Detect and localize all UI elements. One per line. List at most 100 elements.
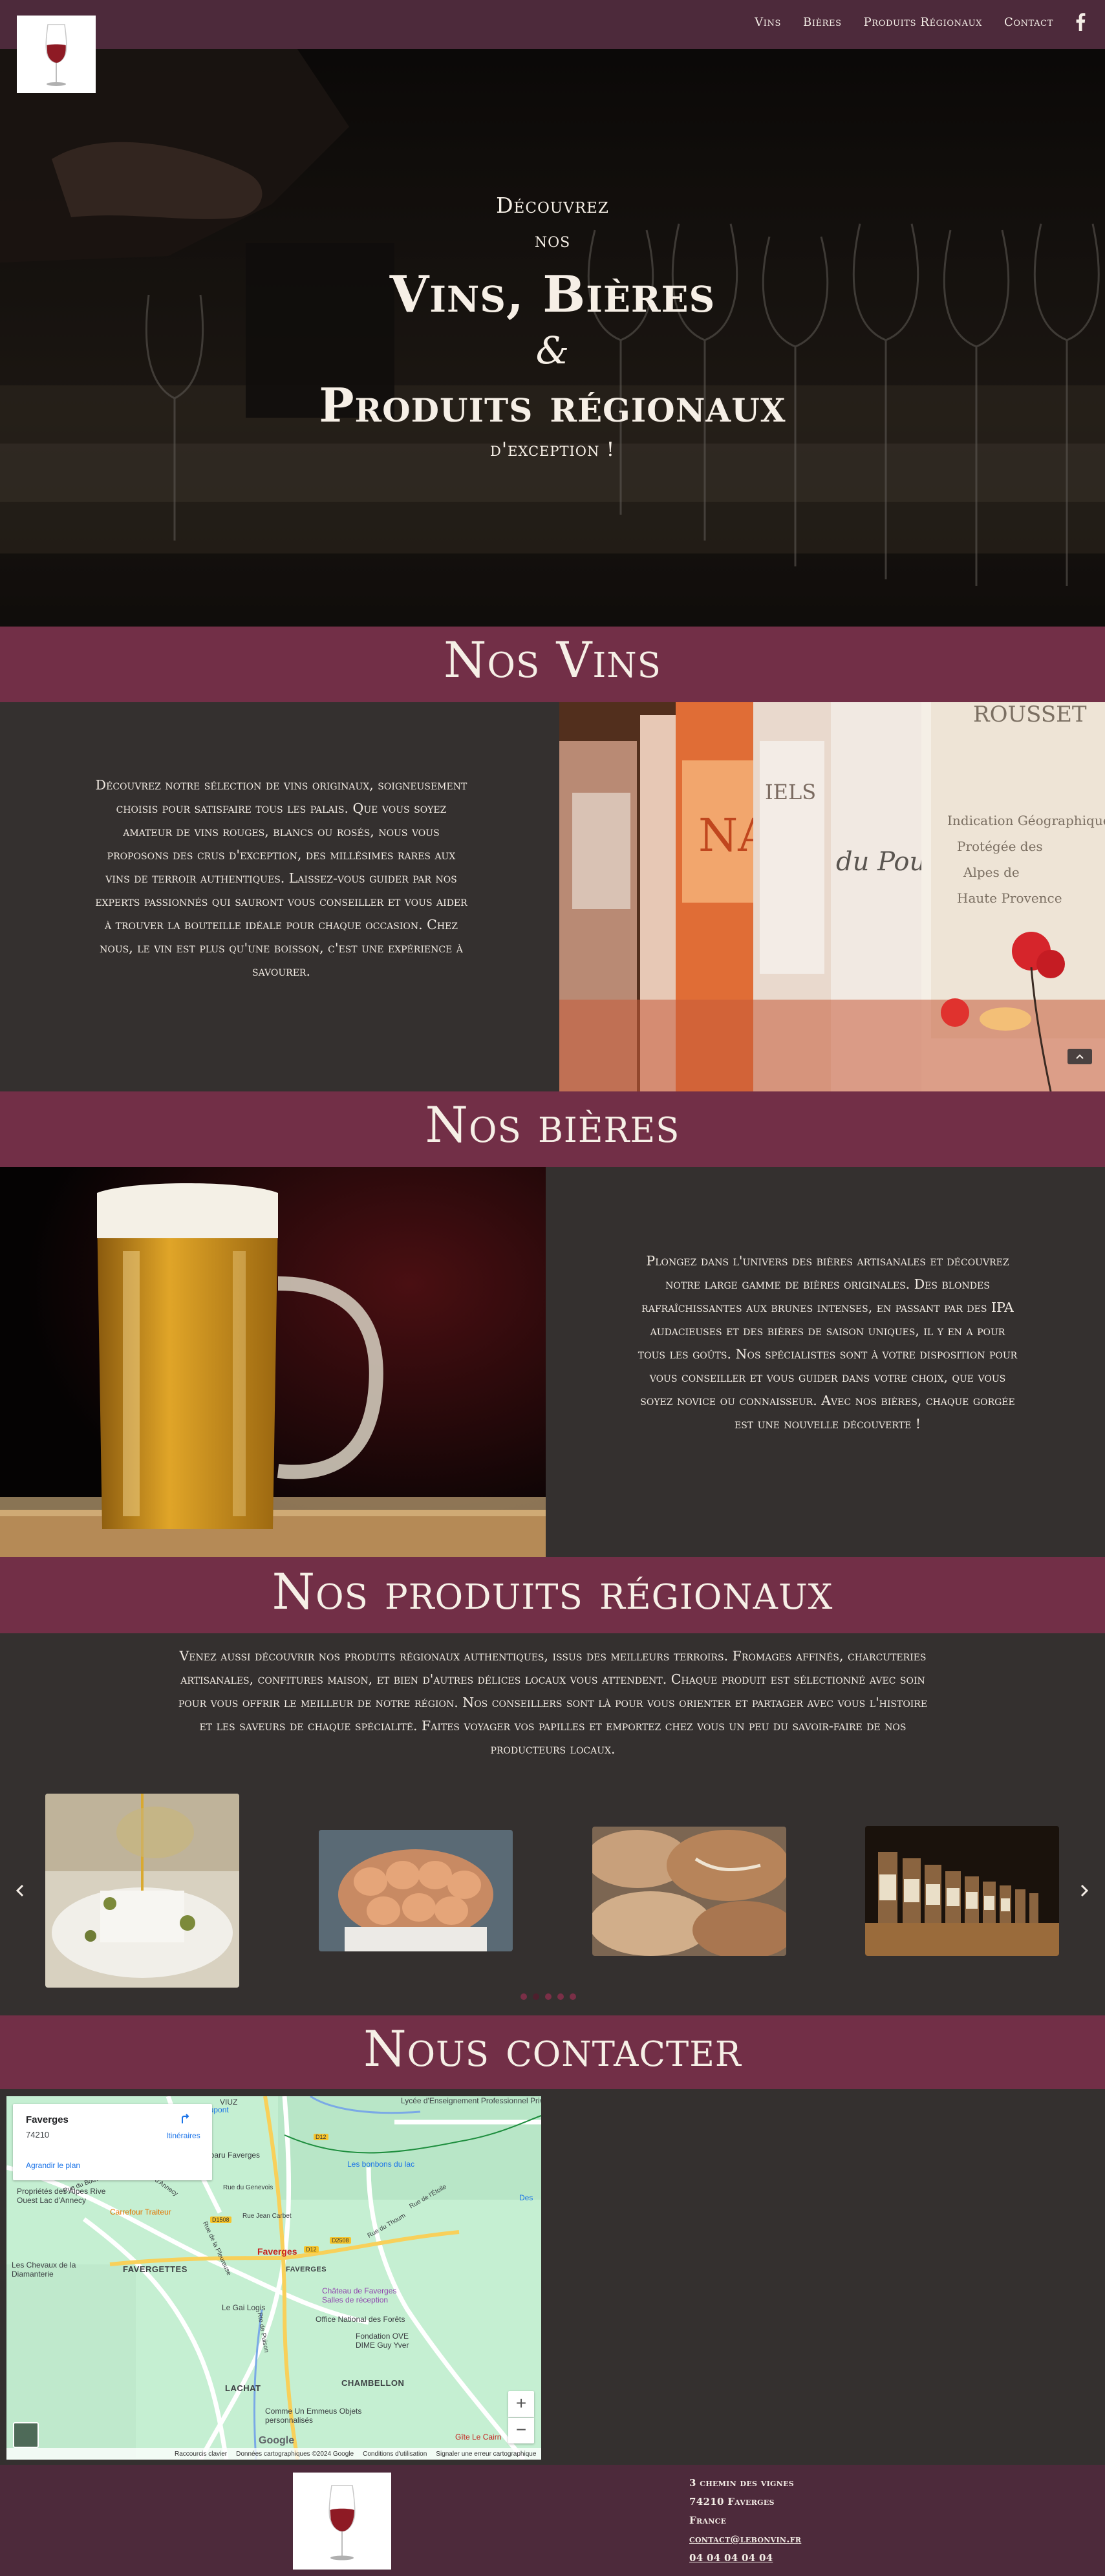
wine-bottles-photo: NA IELS du Pountil ROUSSET Indication Gé…	[559, 702, 1105, 1091]
chevron-left-icon	[16, 1884, 24, 1897]
map-road-d12: D12	[314, 2134, 328, 2140]
section-header-vins: Nos Vins	[0, 627, 1105, 702]
nav-item-bieres[interactable]: Bières	[803, 16, 842, 29]
map-label-rue-jean: Rue Jean Carbet	[242, 2213, 292, 2220]
carousel-indicators	[520, 1993, 576, 2000]
footer-email-link[interactable]: contact@lebonvin.fr	[689, 2530, 801, 2549]
map-road-d1508: D1508	[210, 2216, 231, 2223]
eggs-photo	[319, 1830, 513, 1951]
chevron-up-icon	[1076, 1054, 1084, 1059]
map-label-bonbons: Les bonbons du lac	[347, 2160, 415, 2169]
nav-item-contact[interactable]: Contact	[1004, 16, 1053, 29]
map-label-emmeus: Comme Un Emmeus Objets personnalisés	[265, 2407, 362, 2425]
nav-item-vins[interactable]: Vins	[755, 16, 781, 29]
carousel-slide-feta-olive-oil[interactable]	[45, 1794, 239, 1988]
map-label-faverges-town: FAVERGES	[286, 2266, 327, 2273]
hero-tagline: d'exception !	[489, 438, 615, 461]
wine-bottles-illustration: NA IELS du Pountil ROUSSET Indication Gé…	[559, 702, 1105, 1091]
map-label-favergettes: FAVERGETTES	[123, 2264, 188, 2274]
beer-mug-photo	[0, 1167, 546, 1557]
map-zoom-out-button[interactable]: −	[508, 2418, 534, 2443]
map-label-des: Des	[519, 2193, 533, 2202]
footer-address-street: 3 chemin des vignes	[689, 2477, 795, 2489]
bieres-description: Plongez dans l'univers des bières artisa…	[638, 1253, 1018, 1432]
nav-item-produits-regionaux[interactable]: Produits Régionaux	[864, 16, 982, 29]
footer-address-country: France	[689, 2515, 727, 2526]
section-header-bieres: Nos bières	[0, 1091, 1105, 1167]
wine-glass-logo-icon	[328, 2485, 356, 2560]
carousel-dot[interactable]	[520, 1993, 527, 2000]
section-title-vins: Nos Vins	[444, 631, 661, 689]
scroll-to-top-button[interactable]	[1067, 1049, 1092, 1064]
carousel-dot[interactable]	[557, 1993, 564, 2000]
section-header-contact: Nous contacter	[0, 2015, 1105, 2089]
map-enlarge-link[interactable]: Agrandir le plan	[26, 2161, 80, 2170]
jars-shelf-photo	[865, 1826, 1059, 1956]
map-label-carrefour: Carrefour Traiteur	[110, 2207, 171, 2216]
map-zoom-in-button[interactable]: +	[508, 2391, 534, 2417]
map-place-name: Faverges	[26, 2114, 69, 2125]
footer-phone-link[interactable]: 04 04 04 04 04	[689, 2549, 801, 2568]
map-label-onf: Office National des Forêts	[316, 2315, 405, 2324]
map-label-fondation: Fondation OVE DIME Guy Yver	[356, 2332, 409, 2350]
section-header-produits: Nos produits régionaux	[0, 1557, 1105, 1633]
map-footer-shortcuts[interactable]: Raccourcis clavier	[175, 2451, 227, 2458]
site-logo[interactable]	[17, 16, 96, 93]
footer-logo[interactable]	[293, 2473, 391, 2570]
produits-description: Venez aussi découvrir nos produits régio…	[178, 1648, 928, 1757]
hero-title-line-2: Produits régionaux	[319, 378, 786, 433]
carousel-next-button[interactable]	[1075, 1878, 1094, 1904]
carousel-dot[interactable]	[570, 1993, 576, 2000]
hero-pre-title-2: nos	[534, 228, 571, 252]
wine-glass-logo-icon	[45, 24, 67, 86]
map-label-chevaux: Les Chevaux de la Diamanterie	[12, 2260, 76, 2279]
map-road-d12-b: D12	[304, 2246, 319, 2253]
carousel-slide-eggs[interactable]	[319, 1830, 513, 1951]
map-road-d2508: D2508	[330, 2237, 351, 2244]
map-label-gai-logis: Le Gai Logis	[222, 2303, 266, 2312]
map-footer-terms[interactable]: Conditions d'utilisation	[363, 2451, 427, 2458]
map-label-rue-genevois: Rue du Genevois	[223, 2184, 274, 2191]
map-place-zip: 74210	[26, 2130, 50, 2140]
map-label-chateau: Château de Faverges Salles de réception	[322, 2286, 397, 2304]
map-footer-report[interactable]: Signaler une erreur cartographique	[436, 2451, 536, 2458]
section-title-contact: Nous contacter	[363, 2020, 742, 2077]
carousel-prev-button[interactable]	[10, 1878, 30, 1904]
hero-ampersand: &	[535, 328, 570, 372]
map-label-gite: Gîte Le Cairn	[455, 2432, 502, 2442]
bread-photo	[592, 1827, 786, 1956]
carousel-dot[interactable]	[545, 1993, 552, 2000]
svg-text:ROUSSET: ROUSSET	[973, 702, 1087, 727]
hero-banner: Découvrez nos Vins, Bières & Produits ré…	[0, 49, 1105, 627]
google-logo: Google	[259, 2435, 295, 2446]
site-footer: 3 chemin des vignes 74210 Faverges Franc…	[0, 2465, 1105, 2576]
svg-text:Indication Géographique: Indication Géographique	[947, 813, 1105, 828]
svg-text:Alpes de: Alpes de	[963, 864, 1020, 880]
map-footer-bar: Raccourcis clavier Données cartographiqu…	[6, 2448, 541, 2460]
map-place-card: Faverges 74210 Agrandir le plan Itinérai…	[13, 2104, 212, 2180]
svg-text:Haute Provence: Haute Provence	[957, 890, 1062, 906]
feta-olive-oil-photo	[45, 1794, 239, 1988]
svg-text:IELS: IELS	[765, 780, 816, 804]
map-satellite-toggle[interactable]	[13, 2422, 39, 2448]
carousel-dot[interactable]	[533, 1993, 539, 2000]
map-directions-link[interactable]: Itinéraires	[166, 2131, 200, 2140]
vins-description: Découvrez notre sélection de vins origin…	[95, 777, 467, 979]
chevron-right-icon	[1080, 1884, 1089, 1897]
section-title-bieres: Nos bières	[425, 1096, 680, 1154]
carousel-slide-jars[interactable]	[865, 1826, 1059, 1956]
svg-text:Protégée des: Protégée des	[957, 839, 1043, 854]
facebook-icon[interactable]	[1075, 13, 1086, 31]
hero-title-line-1: Vins, Bières	[389, 265, 716, 324]
top-navbar: Vins Bières Produits Régionaux Contact	[0, 0, 1105, 49]
footer-address-city: 74210 Faverges	[689, 2496, 775, 2507]
hero-pre-title-1: Découvrez	[496, 193, 609, 218]
beer-mug-illustration	[0, 1167, 546, 1557]
google-map-embed[interactable]: VIUZ Dupont Lycée d'Enseignement Profess…	[6, 2096, 541, 2460]
map-label-lachat: LACHAT	[225, 2383, 261, 2393]
footer-contact-info: 3 chemin des vignes 74210 Faverges Franc…	[689, 2474, 801, 2568]
map-label-lycee: Lycée d'Enseignement Professionnel Privé…	[401, 2096, 541, 2105]
directions-icon[interactable]	[180, 2113, 191, 2125]
map-footer-data: Données cartographiques ©2024 Google	[236, 2450, 354, 2458]
carousel-slide-bread[interactable]	[592, 1827, 786, 1956]
